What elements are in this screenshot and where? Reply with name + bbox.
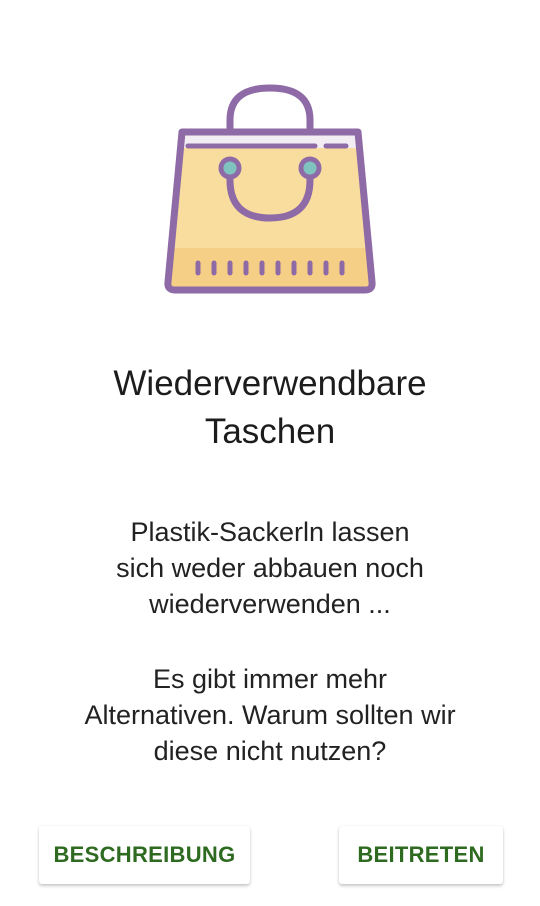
challenge-detail-screen: Wiederverwendbare Taschen Plastik-Sacker… (0, 0, 540, 906)
join-button[interactable]: BEITRETEN (339, 826, 503, 884)
title-line-2: Taschen (204, 412, 336, 451)
description-line: diese nicht nutzen? (153, 736, 387, 766)
description-line: sich weder abbauen noch (116, 553, 424, 583)
description-button[interactable]: BESCHREIBUNG (39, 826, 250, 884)
page-title: Wiederverwendbare Taschen (0, 360, 540, 456)
description-line: Es gibt immer mehr (152, 664, 388, 694)
shopping-bag-icon (160, 80, 380, 300)
description-paragraph-2: Es gibt immer mehr Alternativen. Warum s… (0, 661, 540, 769)
description-line: Plastik-Sackerln lassen (130, 517, 410, 547)
description-paragraph-1: Plastik-Sackerln lassen sich weder abbau… (0, 514, 540, 622)
description-line: Alternativen. Warum sollten wir (84, 700, 456, 730)
title-line-1: Wiederverwendbare (113, 364, 427, 403)
description-line: wiederverwenden ... (149, 589, 391, 619)
